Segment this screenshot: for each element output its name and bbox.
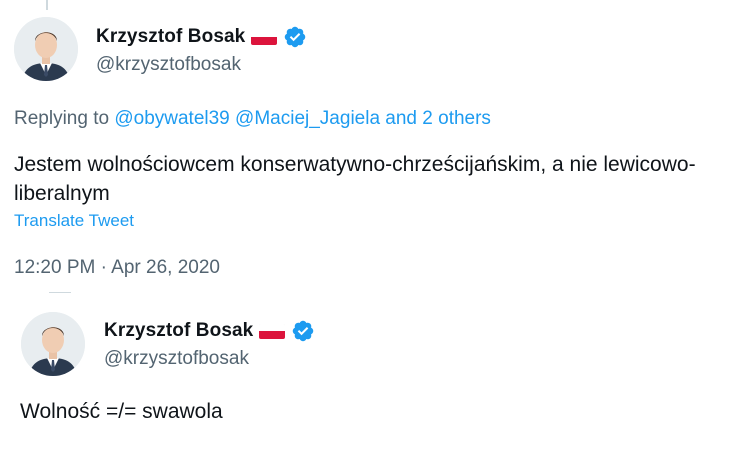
poland-flag-icon bbox=[251, 29, 278, 45]
thread-connector-line bbox=[46, 0, 48, 10]
translate-tweet-link[interactable]: Translate Tweet bbox=[14, 211, 134, 231]
verified-badge-icon[interactable] bbox=[283, 25, 307, 49]
tweet-text: Wolność =/= swawola bbox=[20, 400, 223, 423]
tweet-timestamp[interactable]: 12:20 PM · Apr 26, 2020 bbox=[14, 257, 220, 279]
reply-mention-obywatel39[interactable]: @obywatel39 bbox=[114, 108, 229, 129]
reply-others-link[interactable]: and 2 others bbox=[385, 108, 491, 129]
author-handle[interactable]: @krzysztofbosak bbox=[104, 348, 249, 370]
author-name-row: Krzysztof Bosak bbox=[96, 25, 307, 49]
verified-badge-icon[interactable] bbox=[291, 319, 315, 343]
replying-to: Replying to @obywatel39 @Maciej_Jagiela … bbox=[14, 108, 491, 130]
poland-flag-icon bbox=[259, 323, 286, 339]
author-name-row: Krzysztof Bosak bbox=[104, 319, 315, 343]
author-name[interactable]: Krzysztof Bosak bbox=[96, 26, 245, 48]
reply-mention-maciej-jagiela[interactable]: @Maciej_Jagiela bbox=[235, 108, 380, 129]
avatar[interactable] bbox=[14, 17, 78, 81]
author-name[interactable]: Krzysztof Bosak bbox=[104, 320, 253, 342]
tweet-text: Jestem wolnościowcem konserwatywno-chrze… bbox=[14, 153, 696, 205]
divider bbox=[49, 292, 71, 293]
author-handle[interactable]: @krzysztofbosak bbox=[96, 54, 241, 76]
replying-prefix: Replying to bbox=[14, 108, 115, 129]
avatar[interactable] bbox=[21, 312, 85, 376]
